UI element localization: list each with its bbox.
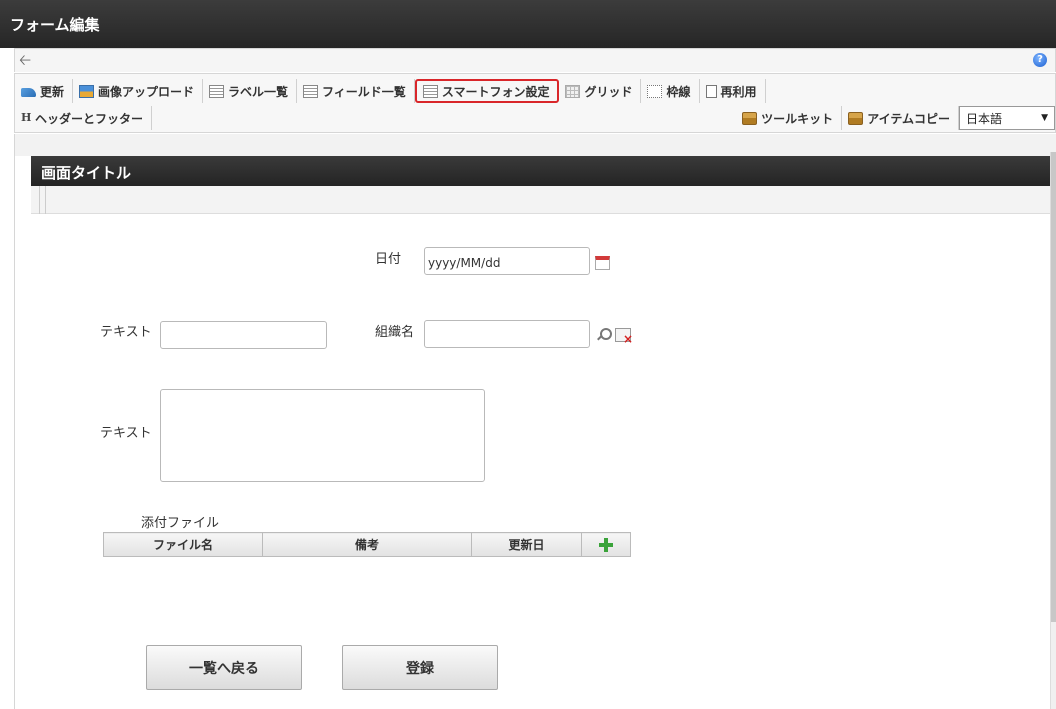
text-label-2: テキスト [100, 426, 152, 441]
header-footer-label: ヘッダーとフッター [35, 111, 144, 126]
frame-label: 枠線 [666, 84, 691, 99]
attachment-label: 添付ファイル [141, 516, 220, 531]
text-label-1: テキスト [100, 325, 152, 340]
text-area[interactable] [160, 389, 485, 482]
register-button[interactable]: 登録 [342, 645, 498, 690]
update-button[interactable]: 更新 [15, 79, 74, 103]
attachment-table: ファイル名 備考 更新日 [103, 532, 631, 557]
table-header-row: ファイル名 備考 更新日 [103, 532, 631, 557]
grid-button[interactable]: グリッド [559, 79, 642, 103]
toolkit-button[interactable]: ツールキット [736, 106, 843, 130]
column-filename: ファイル名 [103, 532, 263, 557]
window-title: フォーム編集 [10, 16, 100, 34]
frame-icon [647, 84, 663, 98]
divider [45, 186, 46, 214]
editor-toolbar: 更新 画像アップロード ラベル一覧 フィールド一覧 スマートフォン設定 グリッド… [14, 73, 1056, 133]
language-select[interactable]: 日本語 ▼ [959, 106, 1055, 130]
calendar-icon[interactable] [595, 256, 610, 270]
header-footer-button[interactable]: H ヘッダーとフッター [15, 106, 153, 130]
panel-title-bar: 画面タイトル [31, 156, 1056, 186]
search-icon[interactable] [596, 328, 612, 342]
frame-button[interactable]: 枠線 [641, 79, 700, 103]
dropdown-arrow-icon: ▼ [1041, 113, 1048, 123]
toolbar-row-secondary: H ヘッダーとフッター ツールキット アイテムコピー 日本語 ▼ [15, 106, 1055, 132]
column-add [581, 532, 631, 557]
divider [39, 186, 40, 214]
reuse-label: 再利用 [720, 84, 757, 99]
image-upload-icon [79, 84, 95, 98]
column-updated: 更新日 [471, 532, 582, 557]
field-list-button[interactable]: フィールド一覧 [297, 79, 415, 103]
item-copy-button[interactable]: アイテムコピー [842, 106, 959, 130]
grid-icon [565, 84, 581, 98]
grid-label: グリッド [584, 84, 633, 99]
add-icon[interactable] [599, 537, 613, 552]
image-upload-button[interactable]: 画像アップロード [73, 79, 204, 103]
reuse-button[interactable]: 再利用 [700, 79, 766, 103]
org-name-input[interactable] [424, 320, 590, 348]
text-input[interactable] [160, 321, 327, 349]
label-list-button[interactable]: ラベル一覧 [203, 79, 298, 103]
date-input[interactable]: yyyy/MM/dd [424, 247, 590, 275]
smartphone-settings-label: スマートフォン設定 [441, 84, 550, 99]
list-icon [209, 84, 225, 98]
update-label: 更新 [40, 84, 65, 99]
navigation-bar: 🡠 ? [14, 48, 1056, 72]
heading-icon: H [21, 111, 32, 124]
back-arrow-icon[interactable]: 🡠 [19, 51, 37, 69]
toolbox-icon [848, 111, 864, 125]
back-to-list-button[interactable]: 一覧へ戻る [146, 645, 302, 690]
smartphone-settings-button[interactable]: スマートフォン設定 [414, 79, 560, 103]
update-icon [21, 88, 36, 97]
scrollbar-thumb[interactable] [1051, 152, 1056, 622]
help-icon[interactable]: ? [1033, 53, 1047, 67]
date-label: 日付 [375, 252, 402, 267]
canvas-top-margin [15, 134, 1056, 156]
document-icon [705, 84, 717, 98]
item-copy-label: アイテムコピー [867, 111, 950, 126]
column-remarks: 備考 [262, 532, 472, 557]
window-title-bar: フォーム編集 [0, 0, 1056, 48]
panel-title: 画面タイトル [41, 164, 132, 182]
label-list-label: ラベル一覧 [228, 84, 289, 99]
panel-subheader [31, 186, 1056, 214]
org-label: 組織名 [375, 325, 415, 340]
field-list-label: フィールド一覧 [322, 84, 406, 99]
toolbox-icon [742, 111, 758, 125]
list-icon [422, 84, 438, 98]
image-upload-label: 画像アップロード [98, 84, 195, 99]
list-icon [303, 84, 319, 98]
toolbar-row-main: 更新 画像アップロード ラベル一覧 フィールド一覧 スマートフォン設定 グリッド… [15, 78, 766, 104]
language-value: 日本語 [966, 111, 1003, 126]
toolkit-label: ツールキット [761, 111, 834, 126]
clear-icon[interactable]: × [615, 328, 633, 345]
